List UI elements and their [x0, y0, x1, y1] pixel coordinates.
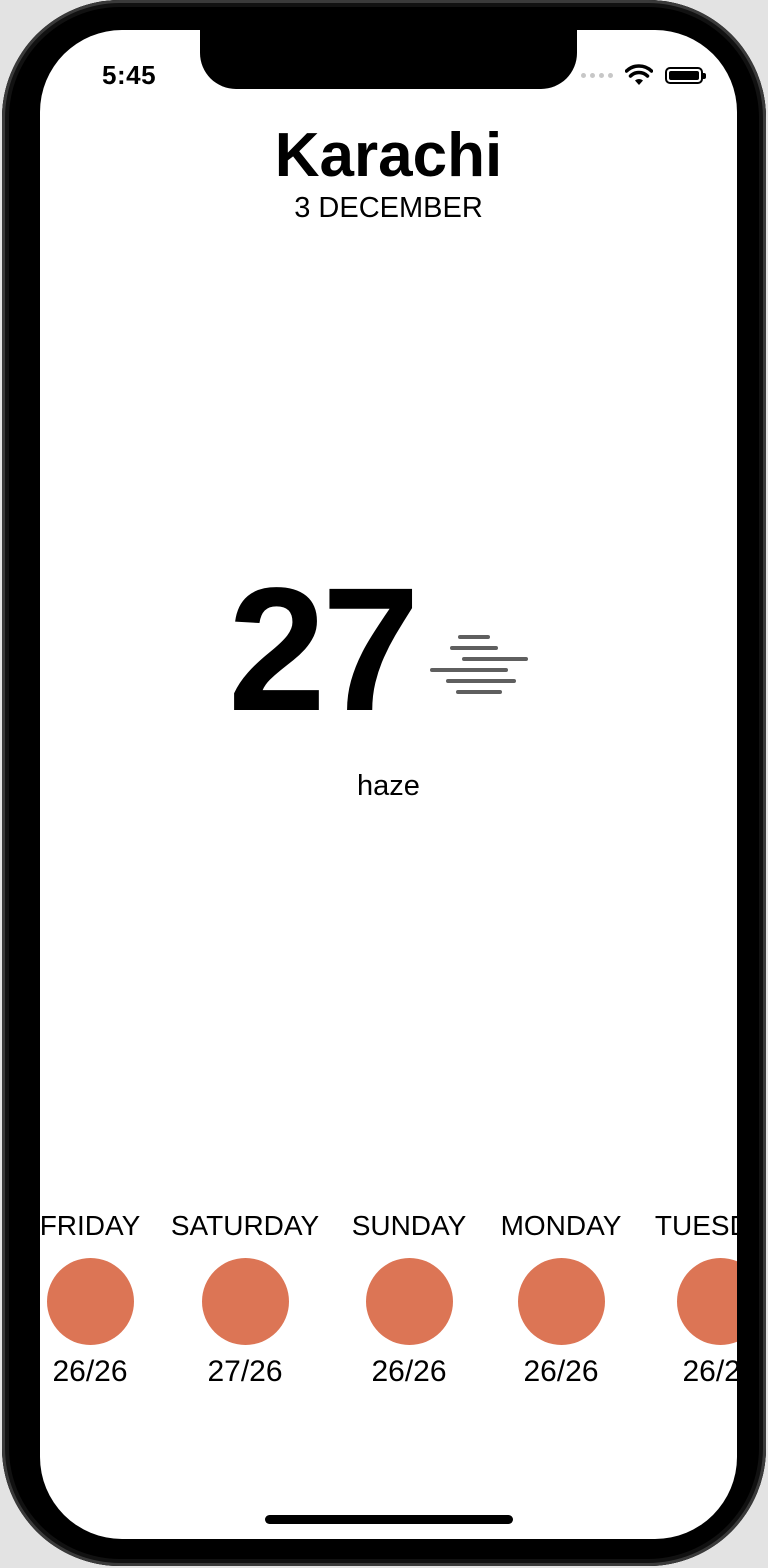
forecast-temp: 26/26: [682, 1355, 737, 1388]
weather-condition: haze: [357, 770, 420, 802]
forecast-day-name: SATURDAY: [170, 1210, 320, 1241]
weather-circle-icon: [676, 1258, 737, 1345]
weather-circle-icon: [365, 1258, 453, 1345]
phone-frame: 5:45 Karachi 3 DECEMBER 27 haze FRIDAY 2…: [2, 0, 766, 1566]
home-indicator[interactable]: [265, 1515, 513, 1524]
forecast-day-saturday[interactable]: SATURDAY 27/26: [160, 1210, 330, 1389]
weather-circle-icon: [46, 1258, 134, 1345]
forecast-day-name: MONDAY: [500, 1210, 622, 1241]
forecast-day-name: SUNDAY: [351, 1210, 467, 1241]
battery-icon: [665, 66, 706, 84]
forecast-day-friday[interactable]: FRIDAY 26/26: [40, 1210, 175, 1389]
forecast-day-name: TUESDAY: [654, 1210, 737, 1241]
device-notch: [200, 30, 577, 89]
current-date: 3 DECEMBER: [294, 192, 483, 224]
current-temperature: 27: [228, 552, 420, 748]
forecast-temp: 27/26: [207, 1355, 283, 1388]
status-icons: [581, 64, 706, 86]
forecast-day-sunday[interactable]: SUNDAY 26/26: [324, 1210, 494, 1389]
current-weather: 27: [228, 562, 530, 738]
forecast-temp: 26/26: [52, 1355, 128, 1388]
forecast-temp: 26/26: [371, 1355, 447, 1388]
haze-icon: [429, 635, 528, 694]
status-time: 5:45: [102, 60, 157, 90]
weather-circle-icon: [201, 1258, 289, 1345]
forecast-temp: 26/26: [523, 1355, 599, 1388]
wifi-icon: [625, 64, 653, 85]
weather-circle-icon: [517, 1258, 605, 1345]
forecast-day-tuesday[interactable]: TUESDAY 26/26: [635, 1210, 737, 1389]
forecast-day-monday[interactable]: MONDAY 26/26: [476, 1210, 646, 1389]
forecast-scroll-list[interactable]: FRIDAY 26/26 SATURDAY 27/26 SUNDAY 26/26…: [40, 1210, 737, 1400]
app-screen: 5:45 Karachi 3 DECEMBER 27 haze FRIDAY 2…: [40, 30, 737, 1539]
forecast-day-name: FRIDAY: [40, 1210, 141, 1241]
cellular-dots-icon: [581, 72, 613, 78]
city-name: Karachi: [274, 121, 503, 190]
